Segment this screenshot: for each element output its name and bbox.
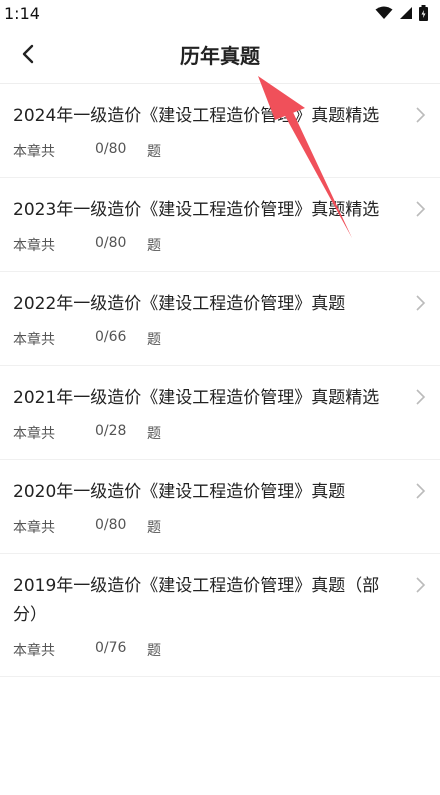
item-label: 本章共 (13, 643, 55, 659)
item-unit: 题 (147, 238, 161, 254)
item-meta: 本章共 0/80 题 (13, 235, 400, 255)
chevron-right-icon (416, 577, 426, 593)
item-count: 0/80 (95, 517, 127, 533)
item-title: 2024年一级造价《建设工程造价管理》真题精选 (13, 106, 380, 126)
item-unit: 题 (147, 426, 161, 442)
item-count: 0/28 (95, 423, 127, 439)
item-unit: 题 (147, 144, 161, 160)
item-label: 本章共 (13, 144, 55, 160)
wifi-icon (375, 6, 393, 19)
item-label: 本章共 (13, 332, 55, 348)
item-count: 0/66 (95, 329, 127, 345)
status-bar: 1:14 (0, 0, 440, 26)
nav-bar: 历年真题 (0, 26, 440, 84)
chevron-right-icon (416, 483, 426, 499)
page-title: 历年真题 (180, 44, 260, 68)
status-icons (375, 5, 428, 21)
item-label: 本章共 (13, 426, 55, 442)
status-time: 1:14 (4, 3, 40, 23)
item-meta: 本章共 0/80 题 (13, 517, 400, 537)
battery-icon (419, 5, 428, 21)
list-item[interactable]: 2023年一级造价《建设工程造价管理》真题精选 本章共 0/80 题 (0, 178, 440, 272)
item-title: 2022年一级造价《建设工程造价管理》真题 (13, 294, 346, 314)
list-item[interactable]: 2022年一级造价《建设工程造价管理》真题 本章共 0/66 题 (0, 272, 440, 366)
item-title: 2019年一级造价《建设工程造价管理》真题（部分） (13, 576, 380, 625)
chevron-right-icon (416, 389, 426, 405)
item-title: 2023年一级造价《建设工程造价管理》真题精选 (13, 200, 380, 220)
item-meta: 本章共 0/76 题 (13, 640, 400, 660)
chevron-right-icon (416, 201, 426, 217)
list-item[interactable]: 2020年一级造价《建设工程造价管理》真题 本章共 0/80 题 (0, 460, 440, 554)
item-meta: 本章共 0/66 题 (13, 329, 400, 349)
question-set-list: 2024年一级造价《建设工程造价管理》真题精选 本章共 0/80 题 2023年… (0, 84, 440, 677)
item-count: 0/80 (95, 141, 127, 157)
chevron-right-icon (416, 295, 426, 311)
item-count: 0/76 (95, 640, 127, 656)
list-item[interactable]: 2024年一级造价《建设工程造价管理》真题精选 本章共 0/80 题 (0, 84, 440, 178)
item-meta: 本章共 0/28 题 (13, 423, 400, 443)
item-label: 本章共 (13, 238, 55, 254)
item-label: 本章共 (13, 520, 55, 536)
list-item[interactable]: 2021年一级造价《建设工程造价管理》真题精选 本章共 0/28 题 (0, 366, 440, 460)
item-title: 2021年一级造价《建设工程造价管理》真题精选 (13, 388, 380, 408)
item-unit: 题 (147, 332, 161, 348)
item-title: 2020年一级造价《建设工程造价管理》真题 (13, 482, 346, 502)
item-unit: 题 (147, 643, 161, 659)
item-meta: 本章共 0/80 题 (13, 141, 400, 161)
signal-icon (400, 7, 412, 19)
item-unit: 题 (147, 520, 161, 536)
list-item[interactable]: 2019年一级造价《建设工程造价管理》真题（部分） 本章共 0/76 题 (0, 554, 440, 677)
item-count: 0/80 (95, 235, 127, 251)
chevron-right-icon (416, 107, 426, 123)
